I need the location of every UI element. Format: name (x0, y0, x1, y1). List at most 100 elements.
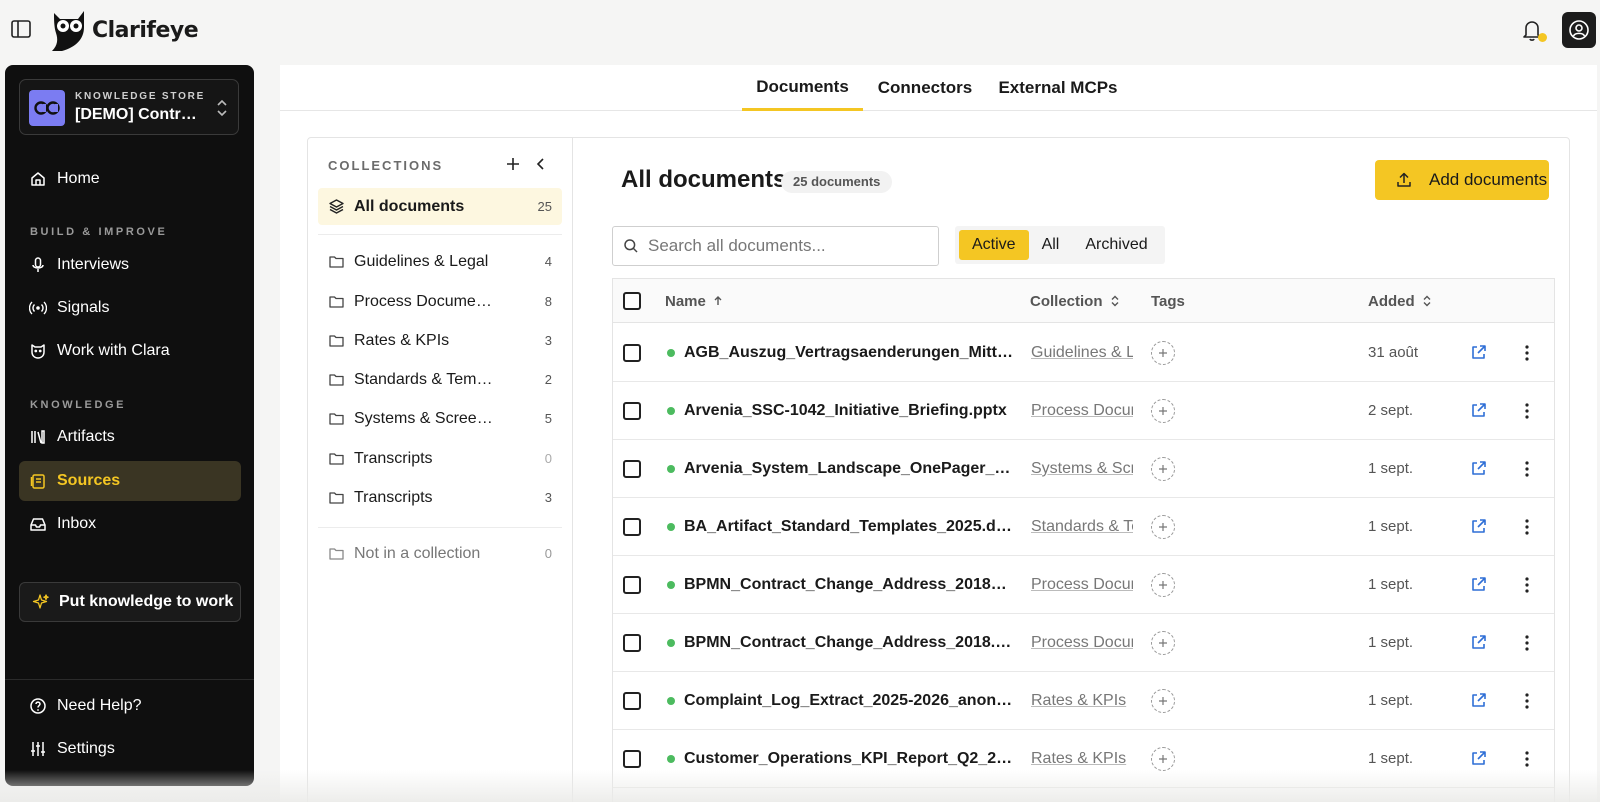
search-input[interactable] (648, 236, 928, 256)
external-link-icon[interactable] (1469, 459, 1488, 478)
document-name[interactable]: Customer_Operations_KPI_Report_Q2_2025.p… (684, 730, 1013, 788)
folder-icon (329, 374, 344, 386)
collection-label: Transcripts (354, 449, 433, 467)
add-tag-button[interactable] (1151, 515, 1175, 539)
document-collection[interactable]: Rates & KPIs (1031, 672, 1133, 730)
row-checkbox[interactable] (623, 750, 641, 768)
document-added-date: 31 août (1368, 344, 1419, 361)
table-row[interactable]: AGB_Auszug_Vertragsaenderungen_Mitteilun… (613, 324, 1554, 382)
external-link-icon[interactable] (1469, 575, 1488, 594)
more-vertical-icon[interactable] (1518, 691, 1536, 711)
row-checkbox[interactable] (623, 518, 641, 536)
table-row[interactable]: Complaint_Log_Extract_2025-2026_anonymiz… (613, 672, 1554, 730)
nav-settings[interactable]: Settings (19, 729, 241, 769)
row-checkbox[interactable] (623, 634, 641, 652)
add-tag-button[interactable] (1151, 457, 1175, 481)
external-link-icon[interactable] (1469, 401, 1488, 420)
collection-label: Systems & Screenshots (354, 409, 499, 427)
document-collection[interactable]: Rates & KPIs (1031, 730, 1133, 788)
select-all-checkbox[interactable] (623, 292, 641, 310)
nav-artifacts[interactable]: Artifacts (19, 417, 241, 457)
document-collection[interactable]: Standards & Templates (1031, 498, 1133, 556)
row-checkbox[interactable] (623, 460, 641, 478)
user-menu-button[interactable] (1562, 12, 1596, 48)
table-row[interactable]: BA_Artifact_Standard_Templates_2025.docx… (613, 498, 1554, 556)
add-tag-button[interactable] (1151, 341, 1175, 365)
knowledge-store-switcher[interactable]: KNOWLEDGE STORE [DEMO] Contract Change (19, 79, 239, 135)
nav-need-help[interactable]: Need Help? (19, 686, 241, 726)
row-checkbox[interactable] (623, 692, 641, 710)
more-vertical-icon[interactable] (1518, 459, 1536, 479)
nav-sources[interactable]: Sources (19, 461, 241, 501)
nav-interviews[interactable]: Interviews (19, 245, 241, 285)
document-collection[interactable]: Process Documentation (1031, 382, 1133, 440)
filter-active[interactable]: Active (959, 230, 1029, 260)
document-name[interactable]: BPMN_Contract_Change_Address_2018_commen… (684, 556, 1013, 614)
column-name-header[interactable]: Name (665, 279, 724, 323)
add-documents-button[interactable]: Add documents (1375, 160, 1549, 200)
add-tag-button[interactable] (1151, 689, 1175, 713)
filter-all[interactable]: All (1029, 230, 1073, 260)
nav-signals[interactable]: Signals (19, 288, 241, 328)
more-vertical-icon[interactable] (1518, 633, 1536, 653)
filter-archived[interactable]: Archived (1072, 230, 1160, 260)
more-vertical-icon[interactable] (1518, 575, 1536, 595)
column-collection-header[interactable]: Collection (1030, 279, 1121, 323)
collection-item[interactable]: Systems & Screenshots 5 (318, 400, 562, 437)
row-checkbox[interactable] (623, 402, 641, 420)
document-name[interactable]: BPMN_Contract_Change_Address_2018.pdf (684, 614, 1013, 672)
document-collection[interactable]: Process Documentation (1031, 614, 1133, 672)
more-vertical-icon[interactable] (1518, 343, 1536, 363)
external-link-icon[interactable] (1469, 343, 1488, 362)
external-link-icon[interactable] (1469, 691, 1488, 710)
put-knowledge-to-work-button[interactable]: Put knowledge to work (19, 582, 241, 622)
chevron-left-icon[interactable] (532, 155, 550, 173)
table-row[interactable]: Arvenia_SSC-1042_Initiative_Briefing.ppt… (613, 382, 1554, 440)
collection-item[interactable]: Rates & KPIs 3 (318, 322, 562, 359)
table-row[interactable]: Arvenia_System_Landscape_OnePager_2025.p… (613, 440, 1554, 498)
document-collection[interactable]: Guidelines & Legal (1031, 324, 1133, 382)
more-vertical-icon[interactable] (1518, 517, 1536, 537)
document-name[interactable]: Arvenia_SSC-1042_Initiative_Briefing.ppt… (684, 382, 1013, 440)
document-collection[interactable]: Systems & Screenshots (1031, 440, 1133, 498)
nav-work-with-clara[interactable]: Work with Clara (19, 331, 241, 371)
collection-item[interactable]: Process Documentation 8 (318, 283, 562, 320)
tab-external-mcps[interactable]: External MCPs (987, 65, 1129, 111)
row-checkbox[interactable] (623, 576, 641, 594)
more-vertical-icon[interactable] (1518, 749, 1536, 769)
plus-icon[interactable] (504, 155, 522, 173)
add-tag-button[interactable] (1151, 747, 1175, 771)
collection-item[interactable]: Standards & Templates 2 (318, 361, 562, 398)
nav-home[interactable]: Home (19, 159, 241, 199)
add-tag-button[interactable] (1151, 399, 1175, 423)
nav-inbox[interactable]: Inbox (19, 504, 241, 544)
document-name[interactable]: AGB_Auszug_Vertragsaenderungen_Mitteilun… (684, 324, 1013, 382)
document-name[interactable]: Arvenia_System_Landscape_OnePager_2025.p… (684, 440, 1013, 498)
collection-all-documents[interactable]: All documents 25 (318, 188, 562, 225)
external-link-icon[interactable] (1469, 749, 1488, 768)
app-logo[interactable]: Clarifeye (48, 6, 199, 54)
external-link-icon[interactable] (1469, 633, 1488, 652)
column-added-header[interactable]: Added (1368, 279, 1433, 323)
collection-not-in-collection[interactable]: Not in a collection 0 (318, 535, 562, 572)
collection-item[interactable]: Guidelines & Legal 4 (318, 243, 562, 280)
document-name[interactable]: BA_Artifact_Standard_Templates_2025.docx (684, 498, 1013, 556)
table-row[interactable]: BPMN_Contract_Change_Address_2018_commen… (613, 556, 1554, 614)
row-checkbox[interactable] (623, 344, 641, 362)
collection-item[interactable]: Transcripts 0 (318, 440, 562, 477)
add-tag-button[interactable] (1151, 573, 1175, 597)
collection-item[interactable]: Transcripts 3 (318, 479, 562, 516)
external-link-icon[interactable] (1469, 517, 1488, 536)
sidebar-toggle-icon[interactable] (10, 18, 32, 40)
knowledge-store-label: KNOWLEDGE STORE (75, 91, 206, 102)
document-collection[interactable]: Process Documentation (1031, 556, 1133, 614)
knowledge-store-logo (29, 90, 65, 126)
table-row[interactable]: BPMN_Contract_Change_Address_2018.pdf Pr… (613, 614, 1554, 672)
document-name[interactable]: Complaint_Log_Extract_2025-2026_anonymiz… (684, 672, 1013, 730)
tab-connectors[interactable]: Connectors (863, 65, 987, 111)
more-vertical-icon[interactable] (1518, 401, 1536, 421)
collections-panel: COLLECTIONS All documents 25 Guidelines … (308, 138, 573, 802)
add-tag-button[interactable] (1151, 631, 1175, 655)
table-row[interactable]: Customer_Operations_KPI_Report_Q2_2025.p… (613, 730, 1554, 788)
tab-documents[interactable]: Documents (742, 65, 863, 111)
